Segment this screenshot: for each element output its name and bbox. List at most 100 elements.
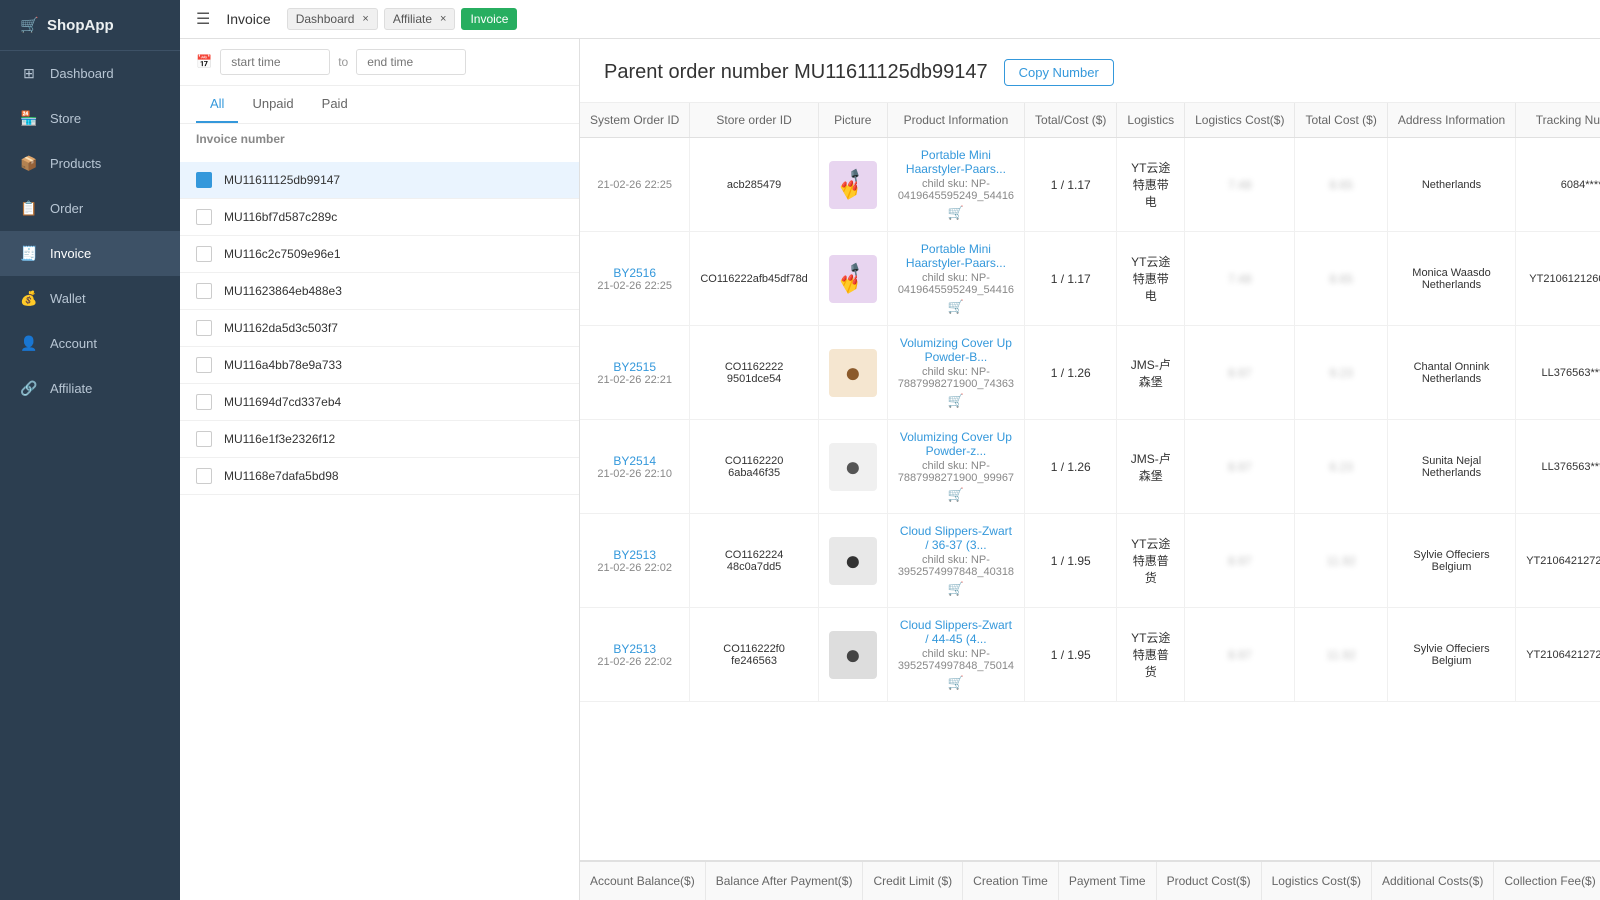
- invoice-row[interactable]: MU116a4bb78e9a733: [180, 347, 579, 384]
- copy-number-button[interactable]: Copy Number: [1004, 59, 1114, 86]
- store-order-id: CO1162220 6aba46f35: [700, 455, 807, 479]
- invoice-checkbox[interactable]: [196, 172, 212, 188]
- invoice-number: MU1168e7dafa5bd98: [224, 469, 339, 483]
- sidebar-item-products[interactable]: 📦 Products: [0, 141, 180, 186]
- logistics-cost-value: 8.97: [1228, 366, 1251, 380]
- order-date: 21-02-26 22:25: [590, 179, 679, 191]
- order-id-link[interactable]: BY2515: [590, 360, 679, 374]
- product-image: ●: [829, 349, 877, 397]
- sidebar-item-account[interactable]: 👤 Account: [0, 321, 180, 366]
- logistics-cost-cell: 7.48: [1185, 138, 1295, 232]
- total-cost-cell: 1 / 1.26: [1025, 420, 1117, 514]
- cart-icon: 🛒: [898, 675, 1014, 691]
- picture-cell: 💅: [818, 232, 887, 326]
- product-img-icon: ●: [844, 545, 861, 577]
- wallet-icon: 💰: [20, 290, 38, 307]
- product-name[interactable]: Volumizing Cover Up Powder-B...: [898, 336, 1014, 364]
- invoice-row[interactable]: MU11611125db99147: [180, 162, 579, 199]
- sidebar-item-affiliate[interactable]: 🔗 Affiliate: [0, 366, 180, 411]
- sidebar-item-dashboard[interactable]: ⊞ Dashboard: [0, 51, 180, 96]
- total-cost-value: 11.92: [1327, 554, 1356, 568]
- end-time-input[interactable]: [356, 49, 466, 75]
- invoice-row[interactable]: MU116bf7d587c289c: [180, 199, 579, 236]
- invoice-row[interactable]: MU1162da5d3c503f7: [180, 310, 579, 347]
- sidebar-item-order[interactable]: 📋 Order: [0, 186, 180, 231]
- detail-header: Parent order number MU11611125db99147 Co…: [580, 39, 1600, 103]
- total-cost-val-cell: 11.92: [1295, 608, 1387, 702]
- store-order-id: CO1162224 48c0a7dd5: [700, 549, 807, 573]
- invoice-checkbox[interactable]: [196, 468, 212, 484]
- tracking-cell: LL376563****LU: [1516, 326, 1600, 420]
- product-sku: child sku: NP-0419645595249_54416: [898, 178, 1014, 202]
- address-country: Netherlands: [1398, 373, 1505, 385]
- invoice-checkbox[interactable]: [196, 357, 212, 373]
- product-name[interactable]: Portable Mini Haarstyler-Paars...: [898, 242, 1014, 270]
- invoice-row[interactable]: MU11623864eb488e3: [180, 273, 579, 310]
- sidebar: 🛒 ShopApp ⊞ Dashboard🏪 Store📦 Products📋 …: [0, 0, 180, 900]
- product-info-cell: Cloud Slippers-Zwart / 44-45 (4... child…: [887, 608, 1024, 702]
- address-country: Belgium: [1398, 655, 1505, 667]
- footer-table-wrap: Account Balance($)Balance After Payment(…: [580, 860, 1600, 900]
- invoice-checkbox[interactable]: [196, 320, 212, 336]
- picture-cell: ●: [818, 326, 887, 420]
- product-img-icon: 💅: [834, 260, 871, 296]
- total-cost-value: 9.23: [1329, 366, 1352, 380]
- col-header: Logistics: [1117, 103, 1185, 138]
- tab-unpaid[interactable]: Unpaid: [238, 86, 307, 123]
- logistics-cell: JMS-卢森堡: [1117, 326, 1185, 420]
- invoice-list: MU11611125db99147 MU116bf7d587c289c MU11…: [180, 154, 579, 900]
- top-bar: ☰ Invoice Dashboard×Affiliate×Invoice: [180, 0, 1600, 39]
- sidebar-item-wallet[interactable]: 💰 Wallet: [0, 276, 180, 321]
- product-name[interactable]: Cloud Slippers-Zwart / 36-37 (3...: [898, 524, 1014, 552]
- right-panel: Parent order number MU11611125db99147 Co…: [580, 39, 1600, 900]
- start-time-input[interactable]: [220, 49, 330, 75]
- product-name[interactable]: Cloud Slippers-Zwart / 44-45 (4...: [898, 618, 1014, 646]
- invoice-number: MU11611125db99147: [224, 173, 340, 187]
- product-image: ●: [829, 631, 877, 679]
- product-name[interactable]: Portable Mini Haarstyler-Paars...: [898, 148, 1014, 176]
- tab-all[interactable]: All: [196, 86, 238, 123]
- breadcrumb-dashboard[interactable]: Dashboard×: [287, 8, 378, 30]
- order-date: 21-02-26 22:02: [590, 562, 679, 574]
- order-id-link[interactable]: BY2514: [590, 454, 679, 468]
- breadcrumb-affiliate[interactable]: Affiliate×: [384, 8, 456, 30]
- store-order-id-cell: CO116222f0 fe246563: [690, 608, 818, 702]
- breadcrumb-close-icon[interactable]: ×: [440, 13, 446, 25]
- product-info-cell: Volumizing Cover Up Powder-B... child sk…: [887, 326, 1024, 420]
- invoice-checkbox[interactable]: [196, 246, 212, 262]
- invoice-checkbox[interactable]: [196, 283, 212, 299]
- sidebar-item-invoice[interactable]: 🧾 Invoice: [0, 231, 180, 276]
- sidebar-item-store[interactable]: 🏪 Store: [0, 96, 180, 141]
- logistics-cost-cell: 7.48: [1185, 232, 1295, 326]
- system-order-id-cell: BY2513 21-02-26 22:02: [580, 608, 690, 702]
- address-name: Sylvie Offeciers: [1398, 643, 1505, 655]
- order-id-link[interactable]: BY2516: [590, 266, 679, 280]
- picture-cell: ●: [818, 514, 887, 608]
- order-date: 21-02-26 22:10: [590, 468, 679, 480]
- invoice-row[interactable]: MU1168e7dafa5bd98: [180, 458, 579, 495]
- breadcrumb-invoice[interactable]: Invoice: [461, 8, 517, 30]
- table-row: BY2513 21-02-26 22:02 CO1162224 48c0a7dd…: [580, 514, 1600, 608]
- invoice-row[interactable]: MU116e1f3e2326f12: [180, 421, 579, 458]
- system-order-id-cell: BY2515 21-02-26 22:21: [580, 326, 690, 420]
- breadcrumb-close-icon[interactable]: ×: [362, 13, 368, 25]
- footer-col-header: Product Cost($): [1156, 862, 1261, 900]
- cart-icon: 🛒: [898, 299, 1014, 315]
- address-country: Netherlands: [1398, 467, 1505, 479]
- invoice-number: MU116e1f3e2326f12: [224, 432, 335, 446]
- order-id-link[interactable]: BY2513: [590, 642, 679, 656]
- address-country: Netherlands: [1398, 279, 1505, 291]
- total-cost-val-cell: 8.65: [1295, 232, 1387, 326]
- logistics-cost-cell: 8.97: [1185, 420, 1295, 514]
- address-country: Belgium: [1398, 561, 1505, 573]
- invoice-number: MU116bf7d587c289c: [224, 210, 337, 224]
- invoice-row[interactable]: MU11694d7cd337eb4: [180, 384, 579, 421]
- invoice-checkbox[interactable]: [196, 431, 212, 447]
- invoice-checkbox[interactable]: [196, 209, 212, 225]
- product-name[interactable]: Volumizing Cover Up Powder-z...: [898, 430, 1014, 458]
- order-id-link[interactable]: BY2513: [590, 548, 679, 562]
- invoice-checkbox[interactable]: [196, 394, 212, 410]
- tab-paid[interactable]: Paid: [308, 86, 362, 123]
- sidebar-label-dashboard: Dashboard: [50, 66, 114, 81]
- invoice-row[interactable]: MU116c2c7509e96e1: [180, 236, 579, 273]
